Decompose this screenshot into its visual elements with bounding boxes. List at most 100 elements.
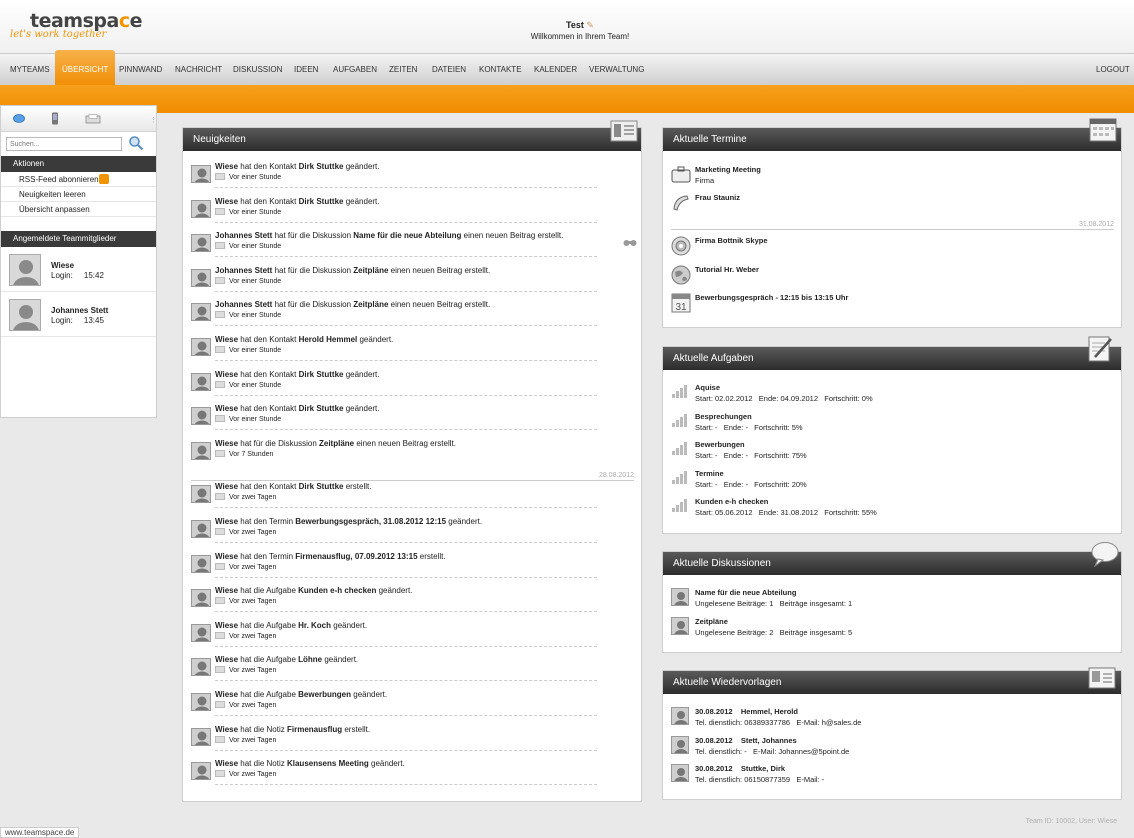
clear-news-link[interactable]: Neuigkeiten leeren	[1, 187, 156, 202]
news-time-label: Vor einer Stunde	[229, 243, 282, 251]
nav-dateien[interactable]: DATEIEN	[432, 54, 466, 86]
news-object[interactable]: Kunden e-h checken	[298, 586, 376, 595]
rss-icon[interactable]	[99, 174, 109, 184]
news-action-end: geändert.	[376, 586, 413, 596]
news-object[interactable]: Löhne	[298, 655, 322, 664]
footer-url[interactable]: www.teamspace.de	[0, 827, 80, 838]
logo[interactable]: teamspace let's work together	[10, 10, 143, 40]
inbox-icon[interactable]	[85, 114, 101, 126]
member-item[interactable]: Johannes Stett Login: 13:45	[1, 292, 156, 337]
news-divider	[215, 645, 597, 647]
pencil-icon[interactable]: ✎	[586, 20, 594, 30]
news-user[interactable]: Wiese	[215, 335, 238, 344]
speech-bubble-icon[interactable]	[1090, 541, 1119, 568]
news-divider	[215, 360, 597, 361]
item-type-icon	[215, 276, 225, 284]
nav-diskussion[interactable]: DISKUSSION	[233, 54, 282, 86]
sidebar-handle-icon[interactable]: ⋮	[150, 116, 157, 124]
news-user[interactable]: Wiese	[215, 517, 238, 526]
news-time: Vor einer Stunde	[215, 173, 281, 181]
nav-pinnwand[interactable]: PINNWAND	[119, 54, 162, 86]
nav-zeiten[interactable]: ZEITEN	[389, 54, 417, 86]
nav-verwaltung[interactable]: VERWALTUNG	[589, 54, 644, 86]
news-object[interactable]: Name für die neue Abteilung	[353, 231, 461, 240]
news-user[interactable]: Wiese	[215, 621, 238, 630]
nav-nachricht[interactable]: NACHRICHT	[175, 54, 222, 86]
news-user[interactable]: Wiese	[215, 404, 238, 413]
news-object[interactable]: Hr. Koch	[298, 621, 331, 630]
nav-myteams[interactable]: MYTEAMS	[10, 54, 50, 86]
item-type-icon	[215, 666, 225, 674]
news-object[interactable]: Bewerbungen	[298, 690, 351, 699]
news-object[interactable]: Firmenausflug, 07.09.2012 13:15	[295, 552, 417, 561]
follow-up-contact: Tel. dienstlich: 06389337786 E-Mail: h@s…	[695, 718, 862, 727]
discussion-stats: Ungelesene Beiträge: 2 Beiträge insgesam…	[695, 628, 853, 637]
progress-bars-icon	[671, 469, 689, 487]
news-object[interactable]: Dirk Stuttke	[299, 404, 344, 413]
news-text: Wiese hat die Aufgabe Kunden e-h checken…	[215, 586, 412, 595]
news-user[interactable]: Wiese	[215, 552, 238, 561]
news-divider	[215, 256, 597, 258]
news-user[interactable]: Johannes Stett	[215, 231, 272, 240]
news-object[interactable]: Herold Hemmel	[299, 335, 358, 344]
news-action-end: geändert.	[343, 162, 380, 171]
news-user[interactable]: Wiese	[215, 197, 238, 206]
nav-ideen[interactable]: IDEEN	[294, 54, 318, 86]
news-user[interactable]: Wiese	[215, 586, 238, 595]
news-user[interactable]: Johannes Stett	[215, 266, 272, 275]
calendar-header-icon[interactable]	[1089, 116, 1117, 142]
binoculars-icon[interactable]	[623, 238, 637, 249]
news-object[interactable]: Dirk Stuttke	[299, 162, 344, 171]
nav-aufgaben[interactable]: AUFGABEN	[333, 54, 377, 86]
news-object[interactable]: Dirk Stuttke	[299, 370, 344, 379]
news-divider	[215, 187, 597, 188]
customize-overview-link[interactable]: Übersicht anpassen	[1, 202, 156, 217]
news-user[interactable]: Johannes Stett	[215, 300, 272, 309]
news-user[interactable]: Wiese	[215, 162, 238, 171]
news-text: Wiese hat die Notiz Firmenausflug erstel…	[215, 725, 370, 734]
news-object[interactable]: Bewerbungsgespräch, 31.08.2012 12:15	[295, 517, 446, 526]
nav-uebersicht[interactable]: ÜBERSICHT	[55, 50, 116, 88]
news-object[interactable]: Zeitpläne	[319, 439, 354, 448]
news-time: Vor zwei Tagen	[215, 562, 276, 571]
notepad-pencil-icon[interactable]	[1087, 335, 1115, 362]
news-user[interactable]: Wiese	[215, 690, 238, 699]
follow-ups-title: Aktuelle Wiedervorlagen	[663, 671, 1121, 694]
news-object[interactable]: Dirk Stuttke	[299, 482, 344, 491]
rss-subscribe-link[interactable]: RSS-Feed abonnieren	[1, 172, 156, 187]
news-user[interactable]: Wiese	[215, 482, 238, 491]
news-user[interactable]: Wiese	[215, 759, 238, 768]
news-user[interactable]: Wiese	[215, 439, 238, 448]
mobile-phone-icon[interactable]	[51, 112, 59, 127]
news-action: hat für die Diskussion	[272, 265, 354, 275]
member-item[interactable]: Wiese Login: 15:42	[1, 247, 156, 292]
news-user[interactable]: Wiese	[215, 725, 238, 734]
avatar	[191, 165, 211, 183]
news-text: Wiese hat den Kontakt Dirk Stuttke geänd…	[215, 404, 380, 413]
news-time: Vor zwei Tagen	[215, 528, 276, 536]
logout-link[interactable]: LOGOUT	[1096, 54, 1130, 86]
news-divider	[215, 507, 597, 509]
search-icon[interactable]	[127, 134, 145, 152]
news-action: hat die Aufgabe	[238, 690, 299, 699]
news-user[interactable]: Wiese	[215, 370, 238, 379]
news-object[interactable]: Klausensens Meeting	[287, 759, 369, 768]
member-name: Wiese	[51, 261, 75, 270]
news-user[interactable]: Wiese	[215, 655, 238, 664]
news-object[interactable]: Firmenausflug	[287, 725, 342, 734]
news-list-icon[interactable]	[610, 120, 638, 144]
news-text: Wiese hat die Aufgabe Hr. Koch geändert.	[215, 621, 367, 630]
nav-kontakte[interactable]: KONTAKTE	[479, 54, 522, 86]
nav-kalender[interactable]: KALENDER	[534, 54, 577, 86]
news-divider	[215, 680, 597, 682]
news-object[interactable]: Dirk Stuttke	[299, 197, 344, 206]
news-divider	[215, 749, 597, 751]
discussions-panel: Aktuelle Diskussionen Name für die neue …	[662, 542, 1122, 653]
news-text: Wiese hat die Aufgabe Bewerbungen geände…	[215, 690, 387, 699]
search-input[interactable]	[6, 137, 122, 151]
address-card-icon[interactable]	[1088, 667, 1116, 691]
chat-bubble-icon[interactable]	[13, 114, 25, 126]
news-object[interactable]: Zeitpläne	[353, 300, 388, 309]
news-action: hat den Kontakt	[238, 162, 299, 171]
news-object[interactable]: Zeitpläne	[353, 266, 388, 275]
